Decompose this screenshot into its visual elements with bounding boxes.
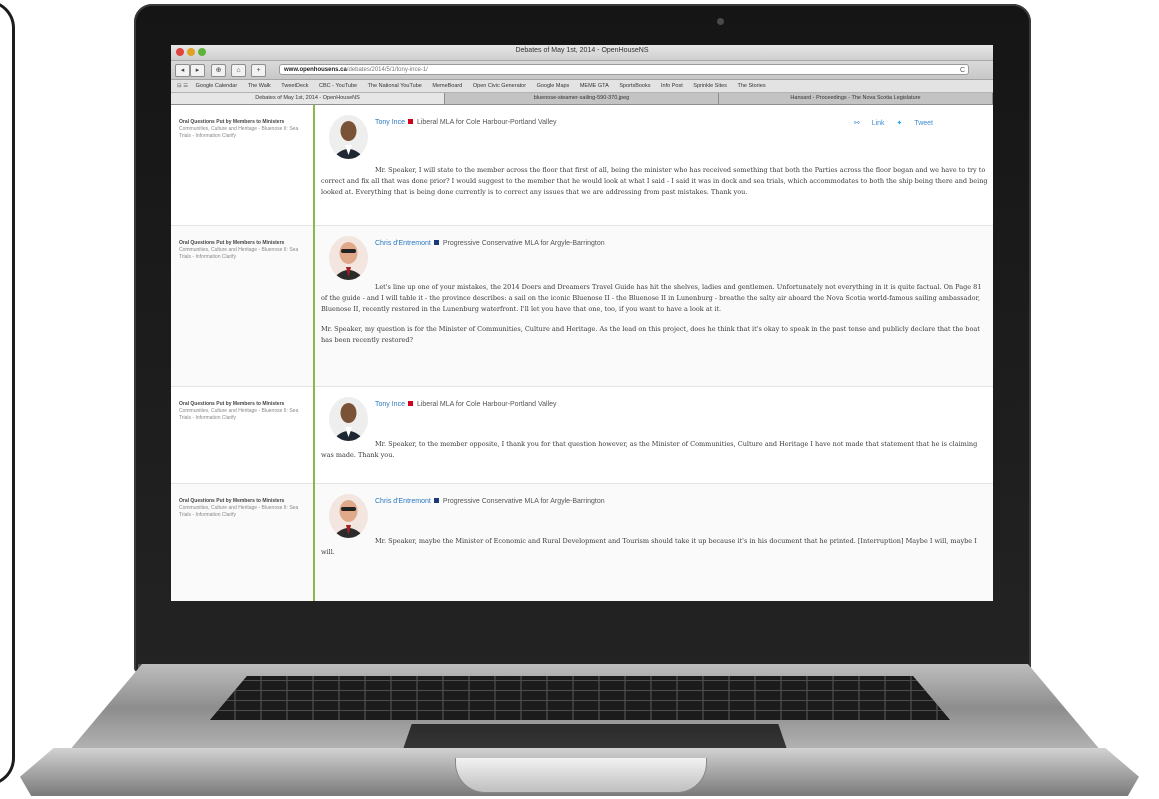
speaker-line: Chris d'Entremont Progressive Conservativ…	[375, 240, 605, 247]
link-button[interactable]: Link	[872, 120, 885, 127]
meta-topic: Communities, Culture and Heritage - Blue…	[179, 408, 299, 421]
bookmark-item[interactable]: The Walk	[248, 80, 271, 92]
keyboard-rows	[210, 676, 950, 720]
meta-topic: Communities, Culture and Heritage - Blue…	[179, 126, 299, 139]
speaker-role: Liberal MLA for Cole Harbour-Portland Va…	[416, 401, 557, 408]
speaker-name-link[interactable]: Tony Ince	[375, 401, 405, 408]
speech-text: Mr. Speaker, I will state to the member …	[321, 165, 989, 207]
meta-title: Oral Questions Put by Members to Ministe…	[179, 119, 285, 125]
bookmark-item[interactable]: SportsBooks	[619, 80, 650, 92]
speech-paragraph: Let's line up one of your mistakes, the …	[321, 283, 982, 313]
liberal-party-icon	[407, 401, 413, 406]
speaker-name-link[interactable]: Tony Ince	[375, 119, 405, 126]
avatar[interactable]	[329, 236, 368, 280]
speech-entry: Oral Questions Put by Members to Ministe…	[171, 105, 993, 226]
reader-icon[interactable]: ⊕	[211, 64, 226, 77]
tab-hansard[interactable]: Hansard - Proceedings - The Nova Scotia …	[719, 93, 993, 104]
speech-paragraph: Mr. Speaker, to the member opposite, I t…	[321, 440, 978, 459]
meta-topic: Communities, Culture and Heritage - Blue…	[179, 505, 299, 518]
speaker-line: Tony Ince Liberal MLA for Cole Harbour-Po…	[375, 401, 557, 408]
laptop-screen: Debates of May 1st, 2014 - OpenHouseNS ◂…	[171, 45, 993, 601]
avatar[interactable]	[329, 494, 368, 538]
speech-entry: Oral Questions Put by Members to Ministe…	[171, 484, 993, 601]
bookmark-item[interactable]: Sprinkle Sites	[693, 80, 727, 92]
side-device-frame	[0, 0, 15, 786]
webcam-icon	[717, 18, 724, 25]
speaker-line: Tony Ince Liberal MLA for Cole Harbour-Po…	[375, 119, 557, 126]
browser-toolbar: ◂ ▸ ⊕ ⌂ + www.openhousens.ca/debates/201…	[171, 61, 993, 80]
forward-button[interactable]: ▸	[190, 64, 205, 77]
meta-title: Oral Questions Put by Members to Ministe…	[179, 240, 285, 246]
home-button[interactable]: ⌂	[231, 64, 246, 77]
bookmark-item[interactable]: Google Maps	[537, 80, 570, 92]
speech-text: Let's line up one of your mistakes, the …	[321, 282, 989, 355]
speech-text: Mr. Speaker, to the member opposite, I t…	[321, 439, 989, 470]
speech-entry: Oral Questions Put by Members to Ministe…	[171, 226, 993, 387]
bookmark-item[interactable]: Info Post	[661, 80, 683, 92]
speaker-name-link[interactable]: Chris d'Entremont	[375, 498, 431, 505]
avatar[interactable]	[329, 397, 368, 441]
avatar[interactable]	[329, 115, 368, 159]
meta-title: Oral Questions Put by Members to Ministe…	[179, 401, 285, 407]
pc-party-icon	[433, 240, 439, 245]
tab-strip: Debates of May 1st, 2014 - OpenHouseNS b…	[171, 93, 993, 105]
accent-divider	[313, 105, 315, 601]
entry-meta: Oral Questions Put by Members to Ministe…	[179, 119, 307, 140]
reload-icon[interactable]: C	[960, 65, 965, 74]
browser-titlebar: Debates of May 1st, 2014 - OpenHouseNS	[171, 45, 993, 61]
url-path: /debates/2014/5/1/tony-ince-1/	[346, 67, 428, 73]
speaker-line: Chris d'Entremont Progressive Conservativ…	[375, 498, 605, 505]
lid-open-notch	[455, 758, 707, 793]
link-icon[interactable]: ⚯	[854, 120, 860, 127]
bookmark-item[interactable]: Open Civic Generator	[473, 80, 526, 92]
entry-meta: Oral Questions Put by Members to Ministe…	[179, 498, 307, 519]
bookmark-item[interactable]: Google Calendar	[196, 80, 238, 92]
url-domain: www.openhousens.ca	[284, 67, 347, 73]
bookmark-item[interactable]: The Stories	[737, 80, 765, 92]
window-title: Debates of May 1st, 2014 - OpenHouseNS	[515, 47, 649, 54]
back-button[interactable]: ◂	[175, 64, 190, 77]
speech-entry: Oral Questions Put by Members to Ministe…	[171, 387, 993, 484]
speaker-name-link[interactable]: Chris d'Entremont	[375, 240, 431, 247]
speech-paragraph: Mr. Speaker, my question is for the Mini…	[321, 325, 980, 344]
tab-image[interactable]: bluenose-steamer-sailing-590-370.jpeg	[445, 93, 719, 104]
tweet-button[interactable]: Tweet	[914, 120, 933, 127]
liberal-party-icon	[407, 119, 413, 124]
twitter-icon[interactable]: ✦	[896, 120, 902, 127]
debate-page: Oral Questions Put by Members to Ministe…	[171, 105, 993, 601]
bookmark-item[interactable]: CBC - YouTube	[319, 80, 357, 92]
meta-topic: Communities, Culture and Heritage - Blue…	[179, 247, 299, 260]
speech-paragraph: Mr. Speaker, maybe the Minister of Econo…	[321, 537, 977, 556]
speaker-role: Progressive Conservative MLA for Argyle-…	[442, 240, 605, 247]
share-links: ⚯ Link ✦ Tweet	[844, 119, 933, 127]
bookmarks-icon[interactable]: ⊟ ☰	[177, 80, 188, 92]
entry-meta: Oral Questions Put by Members to Ministe…	[179, 401, 307, 422]
speech-text: Mr. Speaker, maybe the Minister of Econo…	[321, 536, 989, 567]
address-bar[interactable]: www.openhousens.ca/debates/2014/5/1/tony…	[279, 64, 969, 75]
speech-paragraph: Mr. Speaker, I will state to the member …	[321, 166, 988, 196]
speaker-role: Liberal MLA for Cole Harbour-Portland Va…	[416, 119, 557, 126]
entry-meta: Oral Questions Put by Members to Ministe…	[179, 240, 307, 261]
bookmark-item[interactable]: The National YouTube	[368, 80, 422, 92]
speaker-role: Progressive Conservative MLA for Argyle-…	[442, 498, 605, 505]
meta-title: Oral Questions Put by Members to Ministe…	[179, 498, 285, 504]
bookmark-item[interactable]: TweetDeck	[281, 80, 308, 92]
bookmark-item[interactable]: MemeBoard	[432, 80, 462, 92]
add-bookmark-button[interactable]: +	[251, 64, 266, 77]
bookmarks-bar: ⊟ ☰ Google Calendar The Walk TweetDeck C…	[171, 80, 993, 93]
tab-debates[interactable]: Debates of May 1st, 2014 - OpenHouseNS	[171, 93, 445, 104]
bookmark-item[interactable]: MEME GTA	[580, 80, 609, 92]
pc-party-icon	[433, 498, 439, 503]
